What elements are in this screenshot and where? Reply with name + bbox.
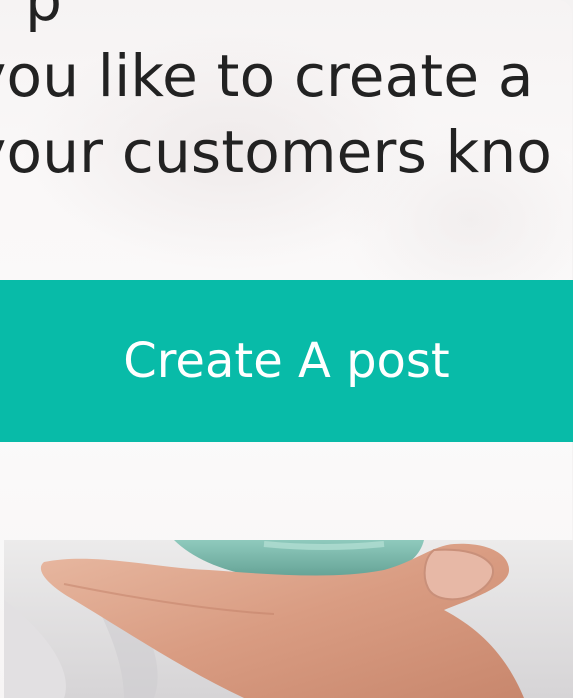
promo-photo — [4, 540, 573, 698]
create-post-button[interactable]: Create A post — [0, 280, 573, 442]
headline-line: you like to create a — [0, 42, 534, 110]
hand-holding-cup-image — [4, 540, 573, 698]
promo-headline: y p you like to create a your customers … — [0, 0, 552, 190]
headline-line: your customers kno — [0, 118, 553, 186]
headline-line: y p — [0, 0, 63, 34]
